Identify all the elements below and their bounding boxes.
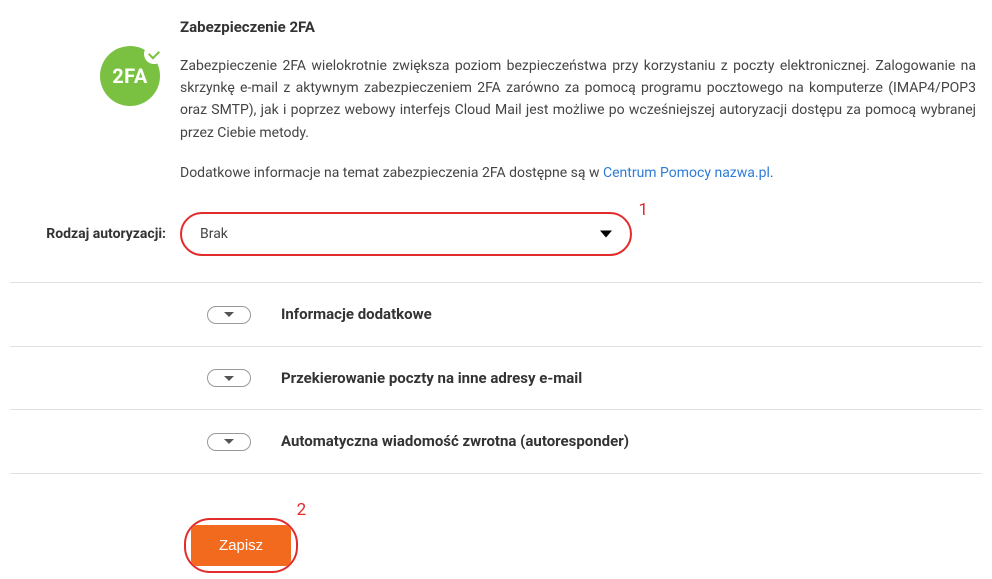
accordion-item-autoresponder[interactable]: Automatyczna wiadomość zwrotna (autoresp… [10,410,982,474]
annotation-2: 2 [297,498,307,524]
accordion-label: Przekierowanie poczty na inne adresy e-m… [281,367,582,390]
chevron-down-icon [224,312,234,317]
section-description: Zabezpieczenie 2FA wielokrotnie zwiększa… [180,55,976,145]
accordion-toggle[interactable] [207,433,251,451]
chevron-down-icon [224,439,234,444]
chevron-down-icon [224,376,234,381]
auth-type-label: Rodzaj autoryzacji: [10,224,180,245]
section-title: Zabezpieczenie 2FA [180,16,976,39]
2fa-circle-icon: 2FA [100,46,160,106]
accordion-toggle[interactable] [207,369,251,387]
more-info-suffix: . [770,165,774,181]
auth-type-select[interactable]: Brak [180,212,632,256]
help-center-link[interactable]: Centrum Pomocy nazwa.pl [603,165,770,181]
section-2fa: 2FA Zabezpieczenie 2FA Zabezpieczenie 2F… [10,0,982,202]
more-info-prefix: Dodatkowe informacje na temat zabezpiecz… [180,165,603,181]
accordion-label: Automatyczna wiadomość zwrotna (autoresp… [281,430,629,453]
annotation-1: 1 [638,198,648,224]
2fa-icon-label: 2FA [112,61,148,91]
accordion-item-forwarding[interactable]: Przekierowanie poczty na inne adresy e-m… [10,347,982,411]
chevron-down-icon [600,231,612,238]
accordion-label: Informacje dodatkowe [281,303,432,326]
save-button[interactable]: Zapisz [191,525,291,566]
check-icon [144,44,164,64]
accordion-item-additional-info[interactable]: Informacje dodatkowe [10,283,982,347]
2fa-icon: 2FA [100,46,160,106]
section-more-info: Dodatkowe informacje na temat zabezpiecz… [180,162,976,184]
auth-type-value: Brak [200,224,228,245]
section-2fa-content: Zabezpieczenie 2FA Zabezpieczenie 2FA wi… [180,16,982,202]
auth-type-row: Rodzaj autoryzacji: Brak 1 [10,202,982,282]
save-row: Zapisz 2 [10,474,982,573]
auth-type-control: Brak 1 [180,212,632,256]
save-button-highlight: Zapisz 2 [184,518,298,573]
accordion-toggle[interactable] [207,306,251,324]
